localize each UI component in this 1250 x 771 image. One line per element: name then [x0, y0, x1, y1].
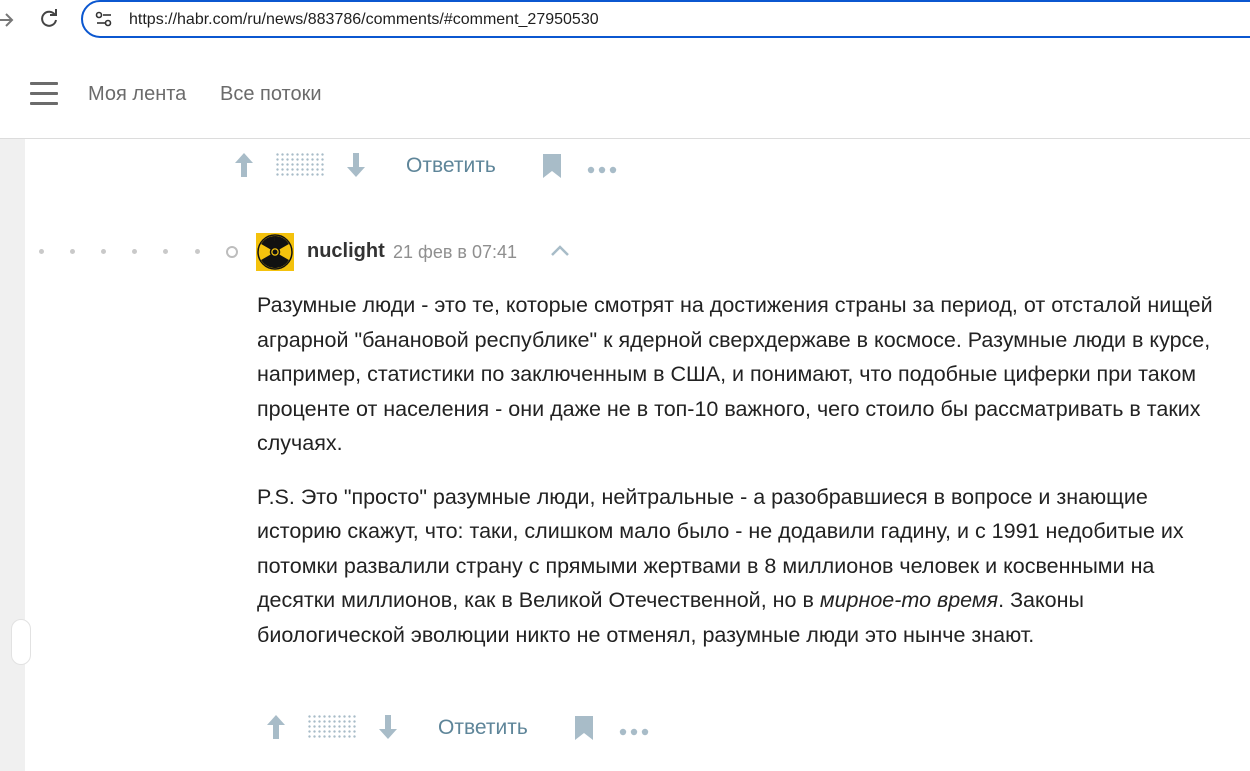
arrow-down-icon[interactable]	[345, 151, 367, 179]
comment-paragraph: P.S. Это "просто" разумные люди, нейтрал…	[257, 484, 1184, 647]
reply-button[interactable]: Ответить	[406, 154, 496, 178]
site-header: Моя лента Все потоки	[0, 46, 1250, 139]
site-info-icon[interactable]	[95, 10, 113, 28]
back-arrow-icon[interactable]	[0, 10, 14, 35]
nav-all-streams[interactable]: Все потоки	[220, 83, 322, 106]
address-bar[interactable]: https://habr.com/ru/news/883786/comments…	[81, 0, 1250, 38]
browser-toolbar: https://habr.com/ru/news/883786/comments…	[0, 0, 1250, 44]
radiation-avatar[interactable]	[256, 233, 294, 271]
nav-my-feed[interactable]: Моя лента	[88, 83, 186, 106]
arrow-up-icon[interactable]	[265, 713, 287, 741]
thread-branch-ring[interactable]	[226, 246, 238, 258]
more-icon[interactable]	[619, 723, 651, 736]
reply-button[interactable]: Ответить	[438, 716, 528, 740]
url-text: https://habr.com/ru/news/883786/comments…	[129, 11, 599, 28]
comment-timestamp[interactable]: 21 фев в 07:41	[393, 242, 517, 263]
previous-comment-actions: Ответить	[230, 145, 630, 185]
vote-score-placeholder	[275, 152, 325, 178]
reload-icon[interactable]	[38, 8, 60, 30]
emphasis-text: мирное-то время	[819, 588, 999, 612]
comment-actions: Ответить	[262, 707, 662, 747]
comment-author[interactable]: nuclight	[307, 240, 385, 263]
comment-body: Разумные люди - это те, которые смотрят …	[257, 288, 1222, 652]
arrow-up-icon[interactable]	[233, 151, 255, 179]
arrow-down-icon[interactable]	[377, 713, 399, 741]
bookmark-icon[interactable]	[542, 153, 562, 179]
comment-paragraph: Разумные люди - это те, которые смотрят …	[257, 293, 1213, 455]
side-scroll-handle[interactable]	[11, 619, 31, 665]
chevron-up-icon[interactable]	[549, 244, 571, 258]
hamburger-menu-icon[interactable]	[30, 82, 58, 106]
vote-score-placeholder	[307, 714, 357, 740]
bookmark-icon[interactable]	[574, 715, 594, 741]
more-icon[interactable]	[587, 161, 619, 174]
